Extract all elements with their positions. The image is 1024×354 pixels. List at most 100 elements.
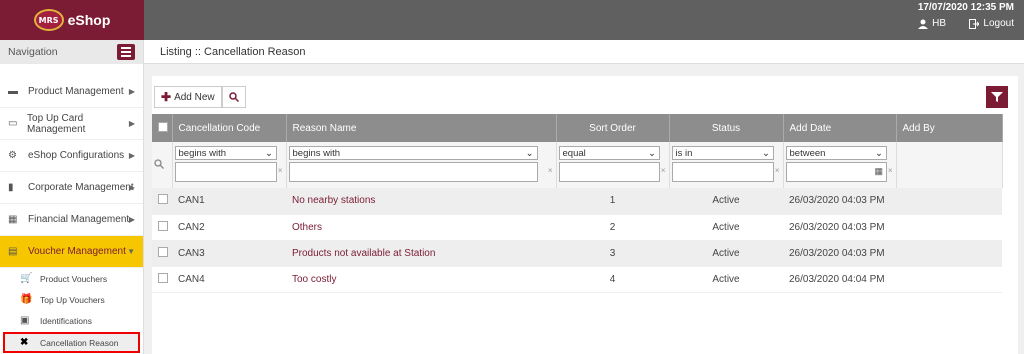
sidebar-item-label: Top Up Card Management [27, 112, 86, 135]
cell-sort: 3 [556, 240, 669, 267]
cell-status: Active [669, 214, 783, 241]
table-row[interactable]: CAN4 Too costly 4 Active 26/03/2020 04:0… [152, 266, 1002, 293]
clear-icon[interactable]: × [661, 166, 666, 175]
sidebar-item-corporate[interactable]: ▮ Corporate Management ▶ [0, 172, 143, 204]
sidebar-item-label: Corporate Management [28, 182, 134, 193]
logout-button[interactable]: Logout [969, 18, 1014, 29]
cell-status: Active [669, 266, 783, 293]
sidebar-item-product-management[interactable]: ▬ Product Management ▶ [0, 76, 143, 108]
sidebar-subitem-cancellation-reason[interactable]: ✖ Cancellation Reason [3, 332, 140, 353]
search-icon [229, 92, 239, 102]
column-header[interactable]: Add Date [783, 114, 897, 142]
sidebar: Navigation ▬ Product Management ▶ ▭ Top … [0, 40, 144, 354]
search-button[interactable] [222, 86, 246, 108]
filter-input[interactable]: ▦ [785, 162, 888, 182]
filter-input[interactable] [671, 162, 774, 182]
sidebar-item-label: Product Management [28, 86, 124, 97]
filter-operator-select[interactable]: begins with ⌄ [288, 146, 538, 160]
filter-operator-select[interactable]: begins with ⌄ [174, 146, 277, 160]
page-title: Listing :: Cancellation Reason [144, 40, 1024, 64]
nav-title: Navigation [8, 46, 58, 58]
filter-operator-select[interactable]: between ⌄ [785, 146, 888, 160]
filter-input[interactable] [558, 162, 661, 182]
filter-operator-select[interactable]: equal ⌄ [558, 146, 661, 160]
cell-reason[interactable]: Too costly [286, 266, 556, 293]
caret-right-icon: ▶ [128, 87, 135, 96]
logout-label: Logout [983, 18, 1014, 29]
user-icon [918, 19, 929, 29]
add-new-label: Add New [174, 91, 215, 103]
cell-reason[interactable]: No nearby stations [286, 188, 556, 215]
cell-sort: 1 [556, 188, 669, 215]
gear-icon: ⚙ [8, 150, 17, 161]
calendar-icon[interactable]: ▦ [875, 166, 884, 177]
clear-icon[interactable]: × [775, 166, 780, 175]
column-header[interactable]: Cancellation Code [172, 114, 287, 142]
cell-status: Active [669, 240, 783, 267]
id-card-icon: ▣ [20, 315, 30, 326]
table-row[interactable]: CAN2 Others 2 Active 26/03/2020 04:03 PM [152, 214, 1002, 241]
cell-reason[interactable]: Others [286, 214, 556, 241]
sidebar-subitem-label: Identifications [40, 315, 92, 326]
card-icon: ▭ [8, 118, 18, 129]
cell-code: CAN2 [172, 214, 286, 241]
sidebar-subitem-topup-vouchers[interactable]: 🎁 Top Up Vouchers [0, 289, 143, 310]
user-menu[interactable]: HB [918, 18, 946, 29]
sidebar-subitem-identifications[interactable]: ▣ Identifications [0, 310, 143, 331]
sidebar-item-eshop-config[interactable]: ⚙ eShop Configurations ▶ [0, 140, 143, 172]
voucher-icon: ▤ [8, 246, 18, 257]
nav-header: Navigation [0, 40, 143, 64]
search-icon [154, 158, 164, 169]
table-row[interactable]: CAN1 No nearby stations 1 Active 26/03/2… [152, 188, 1002, 215]
cell-code: CAN4 [172, 266, 286, 293]
clear-icon[interactable]: × [278, 166, 283, 175]
cell-date: 26/03/2020 04:03 PM [783, 214, 896, 241]
chart-icon: ▮ [8, 182, 14, 193]
sidebar-item-topup-card[interactable]: ▭ Top Up Card Management ▶ [0, 108, 143, 140]
chevron-down-icon: ⌄ [525, 147, 534, 159]
chevron-down-icon: ⌄ [264, 147, 273, 159]
filter-operator-select[interactable]: is in ⌄ [671, 146, 774, 160]
table-row[interactable]: CAN3 Products not available at Station 3… [152, 240, 1002, 267]
cell-reason[interactable]: Products not available at Station [286, 240, 556, 267]
chevron-down-icon: ⌄ [648, 147, 657, 159]
caret-right-icon: ▶ [128, 119, 135, 128]
column-header[interactable]: Reason Name [286, 114, 557, 142]
column-header[interactable]: Status [669, 114, 784, 142]
toolbar: ✚ Add New [152, 76, 1018, 114]
brand-logo[interactable]: MRS eShop [0, 0, 144, 40]
row-checkbox[interactable] [158, 220, 168, 231]
row-checkbox[interactable] [158, 194, 168, 205]
sidebar-subitem-product-vouchers[interactable]: 🛒 Product Vouchers [0, 268, 143, 289]
filter-button[interactable] [986, 86, 1008, 108]
clear-icon[interactable]: × [548, 166, 553, 175]
filter-input[interactable] [288, 162, 538, 182]
cart-icon: 🛒 [20, 273, 33, 284]
caret-right-icon: ▶ [128, 151, 135, 160]
clear-icon[interactable]: × [888, 166, 893, 175]
grid-icon: ▦ [8, 214, 18, 225]
data-table: Cancellation Code Reason Name Sort Order… [152, 114, 1003, 293]
row-checkbox[interactable] [158, 246, 168, 257]
cell-code: CAN3 [172, 240, 286, 267]
row-checkbox[interactable] [158, 272, 168, 283]
filter-icon [991, 92, 1003, 102]
select-all-header[interactable] [152, 114, 173, 142]
box-icon: ▬ [8, 86, 18, 97]
sidebar-item-label: Voucher Management [28, 246, 126, 257]
cell-status: Active [669, 188, 783, 215]
caret-right-icon: ▶ [128, 215, 135, 224]
sidebar-item-financial[interactable]: ▦ Financial Management ▶ [0, 204, 143, 236]
column-header[interactable]: Add By [896, 114, 1003, 142]
menu-toggle-icon[interactable] [117, 44, 135, 60]
sidebar-item-voucher[interactable]: ▤ Voucher Management ▼ [0, 236, 143, 268]
sidebar-subitem-label: Top Up Vouchers [40, 294, 105, 305]
select-all-checkbox[interactable] [158, 121, 168, 132]
add-new-button[interactable]: ✚ Add New [154, 86, 222, 108]
filter-cell [896, 142, 1003, 188]
column-header[interactable]: Sort Order [556, 114, 670, 142]
filter-input[interactable] [174, 162, 277, 182]
datetime: 17/07/2020 12:35 PM [917, 2, 1014, 13]
filter-cell: begins with ⌄ × [172, 142, 287, 188]
caret-right-icon: ▶ [128, 183, 135, 192]
